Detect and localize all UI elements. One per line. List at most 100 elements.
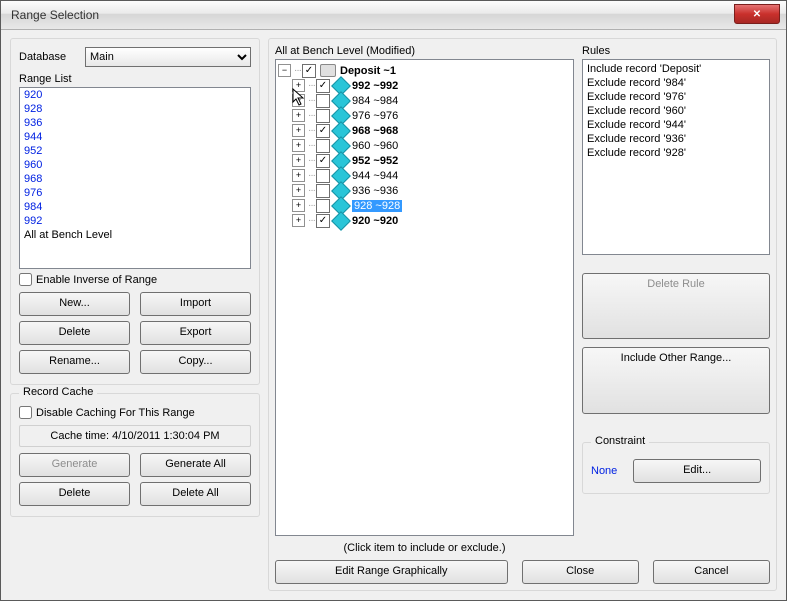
tree-node-row[interactable]: +···960 ~960 <box>292 138 571 153</box>
tree-node-row[interactable]: +···944 ~944 <box>292 168 571 183</box>
node-checkbox[interactable] <box>316 169 330 183</box>
rules-listbox[interactable]: Include record 'Deposit'Exclude record '… <box>582 59 770 255</box>
rule-item[interactable]: Include record 'Deposit' <box>587 62 765 76</box>
database-combo[interactable]: Main <box>85 47 251 67</box>
rule-item[interactable]: Exclude record '944' <box>587 118 765 132</box>
node-label: 944 ~944 <box>352 170 398 182</box>
disable-cache-label: Disable Caching For This Range <box>36 407 195 419</box>
range-item[interactable]: 984 <box>20 200 250 214</box>
left-column: Database Main Range List 920928936944952… <box>10 38 260 591</box>
node-checkbox[interactable] <box>316 94 330 108</box>
node-label: 968 ~968 <box>352 125 398 137</box>
database-label: Database <box>19 51 79 63</box>
import-button[interactable]: Import <box>140 292 251 316</box>
window-title: Range Selection <box>11 8 99 22</box>
range-item[interactable]: 936 <box>20 116 250 130</box>
expand-icon[interactable]: + <box>292 199 305 212</box>
root-label: Deposit ~1 <box>340 65 396 77</box>
rule-item[interactable]: Exclude record '984' <box>587 76 765 90</box>
cache-delete-button[interactable]: Delete <box>19 482 130 506</box>
delete-all-button[interactable]: Delete All <box>140 482 251 506</box>
include-other-range-button[interactable]: Include Other Range... <box>582 347 770 413</box>
rule-item[interactable]: Exclude record '928' <box>587 146 765 160</box>
node-label: 984 ~984 <box>352 95 398 107</box>
tree-node-row[interactable]: +···984 ~984 <box>292 93 571 108</box>
tree-node-row[interactable]: +···992 ~992 <box>292 78 571 93</box>
range-item[interactable]: 960 <box>20 158 250 172</box>
hexagon-icon <box>331 211 351 231</box>
generate-all-button[interactable]: Generate All <box>140 453 251 477</box>
range-item[interactable]: 952 <box>20 144 250 158</box>
right-column: Rules Include record 'Deposit'Exclude re… <box>582 45 770 558</box>
inverse-checkbox[interactable] <box>19 273 32 286</box>
inverse-label: Enable Inverse of Range <box>36 274 157 286</box>
range-item[interactable]: 944 <box>20 130 250 144</box>
edit-range-graphically-button[interactable]: Edit Range Graphically <box>275 560 508 584</box>
cancel-button[interactable]: Cancel <box>653 560 770 584</box>
new-button[interactable]: New... <box>19 292 130 316</box>
range-listbox[interactable]: 920928936944952960968976984992All at Ben… <box>19 87 251 269</box>
expand-icon[interactable]: + <box>292 94 305 107</box>
range-item[interactable]: 920 <box>20 88 250 102</box>
range-item[interactable]: All at Bench Level <box>20 228 250 242</box>
bottom-buttons: Edit Range Graphically Close Cancel <box>275 558 770 584</box>
delete-button[interactable]: Delete <box>19 321 130 345</box>
tree-node-row[interactable]: +···920 ~920 <box>292 213 571 228</box>
expand-icon[interactable]: + <box>292 184 305 197</box>
tree-node-row[interactable]: +···968 ~968 <box>292 123 571 138</box>
expand-icon[interactable]: + <box>292 79 305 92</box>
constraint-label: Constraint <box>591 435 649 447</box>
rule-item[interactable]: Exclude record '976' <box>587 90 765 104</box>
delete-rule-button[interactable]: Delete Rule <box>582 273 770 339</box>
disable-cache-checkbox[interactable] <box>19 406 32 419</box>
cache-time-display: Cache time: 4/10/2011 1:30:04 PM <box>19 425 251 447</box>
range-item[interactable]: 992 <box>20 214 250 228</box>
generate-button[interactable]: Generate <box>19 453 130 477</box>
copy-button[interactable]: Copy... <box>140 350 251 374</box>
close-icon[interactable]: ✕ <box>734 4 780 24</box>
tree-node-row[interactable]: +···952 ~952 <box>292 153 571 168</box>
tree-node-row[interactable]: +···976 ~976 <box>292 108 571 123</box>
rename-button[interactable]: Rename... <box>19 350 130 374</box>
range-item[interactable]: 976 <box>20 186 250 200</box>
expand-icon[interactable]: + <box>292 124 305 137</box>
node-label: 992 ~992 <box>352 80 398 92</box>
export-button[interactable]: Export <box>140 321 251 345</box>
node-checkbox[interactable] <box>316 124 330 138</box>
expand-icon[interactable]: + <box>292 214 305 227</box>
range-item[interactable]: 968 <box>20 172 250 186</box>
close-button[interactable]: Close <box>522 560 639 584</box>
range-tree[interactable]: −··· Deposit ~1 +···992 ~992+···984 ~984… <box>275 59 574 536</box>
constraint-group: Constraint None Edit... <box>582 442 770 494</box>
rule-item[interactable]: Exclude record '960' <box>587 104 765 118</box>
expand-icon[interactable]: + <box>292 169 305 182</box>
tree-root-row[interactable]: −··· Deposit ~1 <box>278 63 571 78</box>
collapse-icon[interactable]: − <box>278 64 291 77</box>
node-label: 936 ~936 <box>352 185 398 197</box>
deposit-icon <box>320 64 336 77</box>
node-checkbox[interactable] <box>316 214 330 228</box>
node-checkbox[interactable] <box>316 199 330 213</box>
expand-icon[interactable]: + <box>292 139 305 152</box>
node-checkbox[interactable] <box>316 154 330 168</box>
titlebar[interactable]: Range Selection ✕ <box>1 1 786 30</box>
rule-item[interactable]: Exclude record '936' <box>587 132 765 146</box>
client-area: Database Main Range List 920928936944952… <box>2 30 785 599</box>
node-checkbox[interactable] <box>316 79 330 93</box>
record-cache-group: Record Cache Disable Caching For This Ra… <box>10 393 260 517</box>
rules-label: Rules <box>582 45 770 57</box>
cache-group-label: Record Cache <box>19 386 97 398</box>
node-checkbox[interactable] <box>316 139 330 153</box>
tree-hint: (Click item to include or exclude.) <box>275 542 574 554</box>
node-checkbox[interactable] <box>316 109 330 123</box>
constraint-edit-button[interactable]: Edit... <box>633 459 761 483</box>
expand-icon[interactable]: + <box>292 154 305 167</box>
tree-node-row[interactable]: +···936 ~936 <box>292 183 571 198</box>
node-label: 976 ~976 <box>352 110 398 122</box>
root-checkbox[interactable] <box>302 64 316 78</box>
tree-node-row[interactable]: +···928 ~928 <box>292 198 571 213</box>
node-checkbox[interactable] <box>316 184 330 198</box>
expand-icon[interactable]: + <box>292 109 305 122</box>
node-label: 920 ~920 <box>352 215 398 227</box>
range-item[interactable]: 928 <box>20 102 250 116</box>
